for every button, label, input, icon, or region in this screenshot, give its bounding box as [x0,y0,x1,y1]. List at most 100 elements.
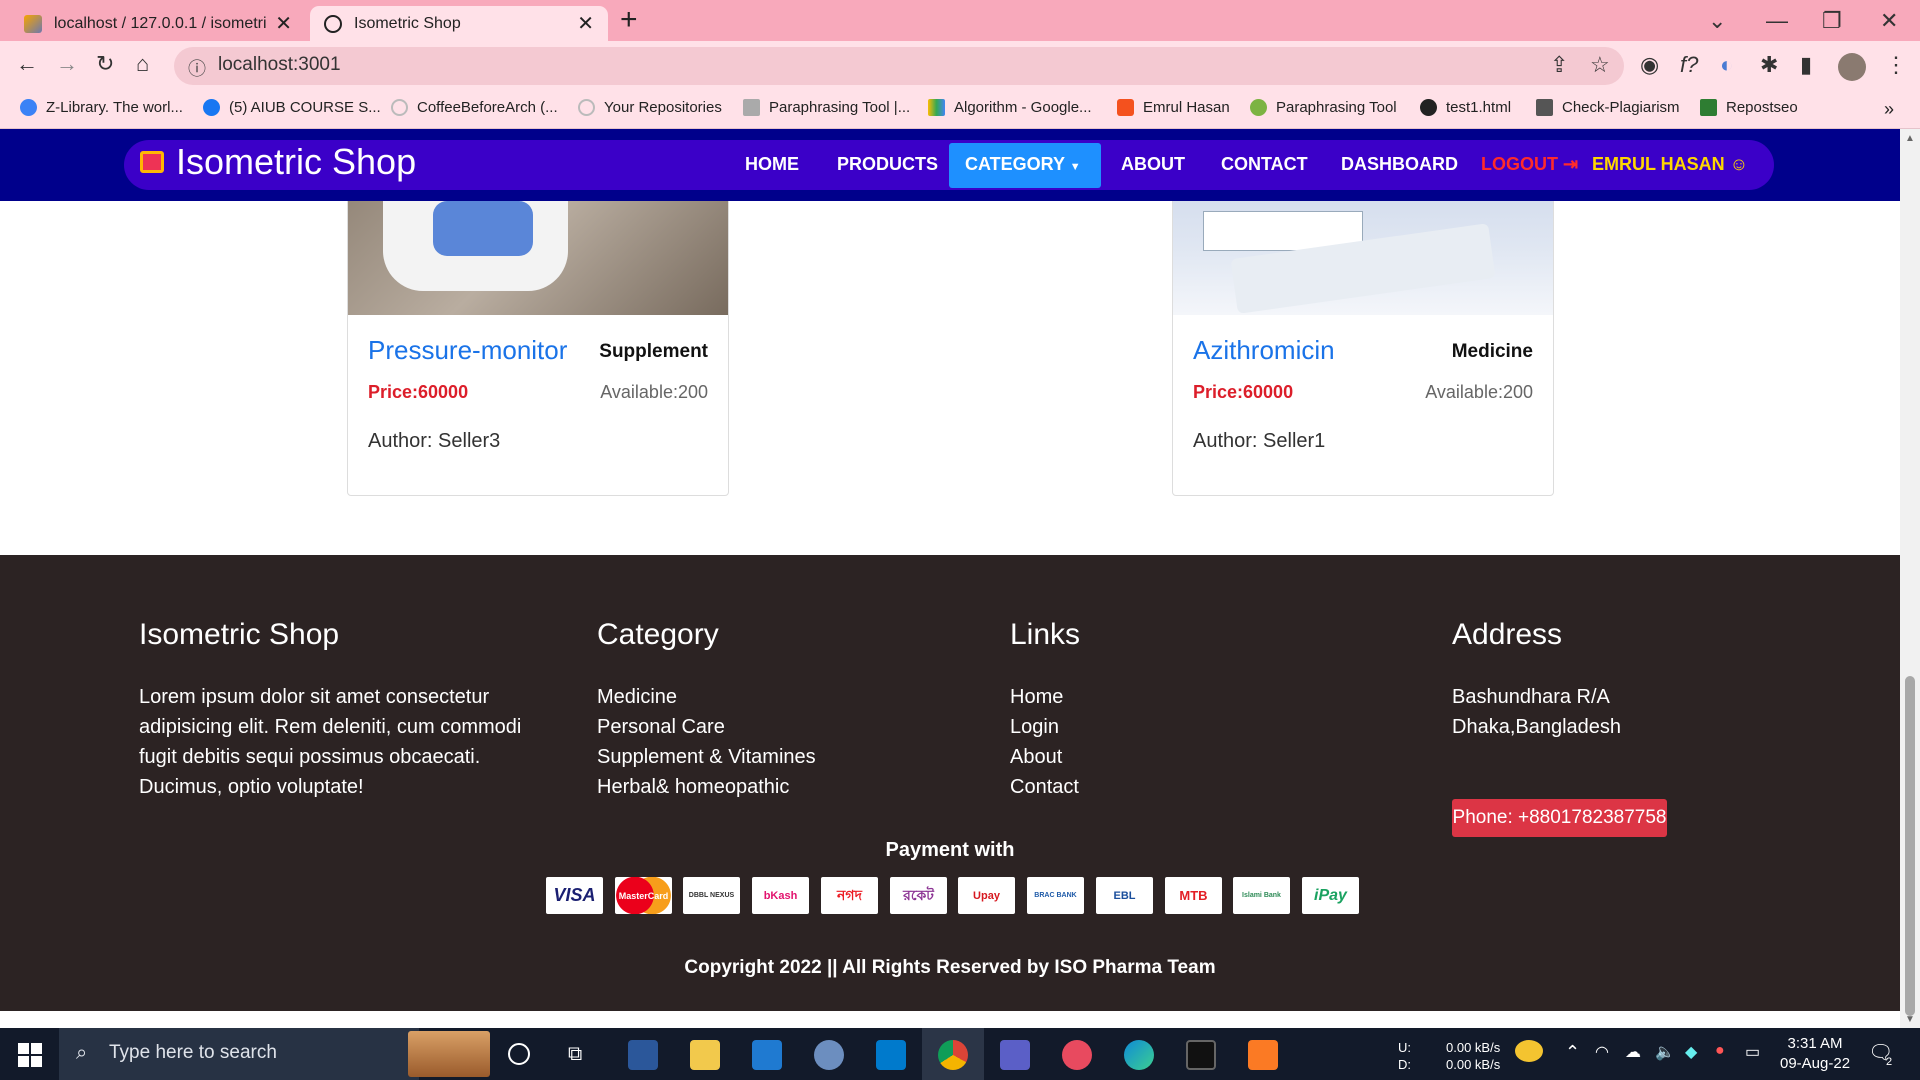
clock[interactable]: 3:31 AM 09-Aug-22 [1780,1034,1850,1074]
share-icon[interactable]: ⇪ [1550,52,1568,78]
footer-link-contact[interactable]: Contact [1010,772,1079,802]
xampp-icon[interactable] [1248,1040,1278,1070]
tray-overflow-icon[interactable]: ⌃ [1565,1042,1580,1063]
footer-category-link[interactable]: Medicine [597,682,677,712]
nav-contact[interactable]: CONTACT [1221,154,1308,175]
brand-logo-front[interactable]: Isometric Shop [140,141,416,183]
snip-tool-icon[interactable] [1062,1040,1092,1070]
nav-user[interactable]: EMRUL HASAN ☺ [1592,154,1748,175]
url-text[interactable]: localhost:3001 [218,54,341,76]
nav-logout[interactable]: LOGOUT ⇥ [1481,154,1578,175]
footer-links-title: Links [1010,618,1081,651]
edge-icon[interactable] [1124,1040,1154,1070]
bookmark-item[interactable]: Algorithm - Google... [928,99,1092,116]
cortana-icon[interactable] [508,1043,530,1065]
battery-icon[interactable]: ▭ [1745,1042,1760,1062]
google-drive-icon [928,99,945,116]
volume-icon[interactable]: 🔈 [1655,1042,1675,1062]
weather-icon[interactable] [1515,1040,1543,1062]
extension-globe-icon[interactable]: ◉ [1640,52,1659,78]
sidepanel-icon[interactable]: ▮ [1800,52,1812,78]
extension-fx-icon[interactable]: f? [1680,52,1698,78]
tray-app2-icon[interactable]: ● [1715,1042,1725,1060]
net-download-label: D: [1398,1057,1411,1072]
nagad-icon: নগদ [821,877,878,914]
bookmark-item[interactable]: Emrul Hasan [1117,99,1230,116]
terminal-icon[interactable] [1186,1040,1216,1070]
restore-button[interactable]: ❐ [1822,6,1842,36]
menu-kebab-icon[interactable]: ⋮ [1885,52,1907,78]
bookmark-star-icon[interactable]: ☆ [1590,52,1610,78]
new-tab-button[interactable]: + [620,5,638,35]
footer-category-link[interactable]: Herbal& homeopathic [597,772,789,802]
bookmark-item[interactable]: Repostseo [1700,99,1798,116]
footer-link-home[interactable]: Home [1010,682,1063,712]
home-icon[interactable]: ⌂ [136,50,149,78]
close-tab-icon[interactable]: ✕ [275,11,292,36]
forward-icon[interactable]: → [56,50,78,78]
user-icon: ☺ [1729,154,1749,174]
wifi-icon[interactable]: ◠ [1595,1042,1609,1062]
footer-link-login[interactable]: Login [1010,712,1059,742]
upay-icon: Upay [958,877,1015,914]
nav-home[interactable]: HOME [745,154,799,175]
bookmark-item[interactable]: Z-Library. The worl... [20,99,183,116]
footer-link-about[interactable]: About [1010,742,1062,772]
bookmark-item[interactable]: (5) AIUB COURSE S... [203,99,381,116]
file-explorer-icon[interactable] [690,1040,720,1070]
address-bar[interactable] [174,47,1624,85]
windows-start-icon[interactable] [18,1043,42,1067]
bookmark-item[interactable]: Your Repositories [578,99,722,116]
tab-search-icon[interactable]: ⌄ [1708,6,1726,36]
bookmark-item[interactable]: CoffeeBeforeArch (... [391,99,558,116]
tray-app-icon[interactable]: ◆ [1685,1042,1697,1062]
profile-avatar[interactable] [1838,53,1866,81]
scroll-up-icon[interactable]: ▲ [1905,133,1915,144]
nav-dashboard[interactable]: DASHBOARD [1341,154,1458,175]
mail-icon[interactable] [752,1040,782,1070]
bookmark-item[interactable]: Paraphrasing Tool [1250,99,1397,116]
bookmarks-overflow-icon[interactable]: » [1884,99,1894,120]
extension-drop-icon[interactable]: ◐ [1720,52,1733,78]
search-icon: ⌕ [76,1042,88,1064]
close-window-button[interactable]: ✕ [1880,6,1898,36]
nav-products[interactable]: PRODUCTS [837,154,938,175]
bookmark-item[interactable]: Check-Plagiarism [1536,99,1680,116]
word-icon[interactable] [628,1040,658,1070]
product-price: Price:60000 [1193,382,1294,402]
footer-category-link[interactable]: Personal Care [597,712,725,742]
blogger-icon [1117,99,1134,116]
github-icon [391,99,408,116]
page-bottom [0,1011,1900,1028]
teams-icon[interactable] [1000,1040,1030,1070]
product-category: Supplement [599,341,708,362]
tab-phpmyadmin[interactable]: localhost / 127.0.0.1 / isometric_l ✕ [10,6,306,41]
chrome-icon[interactable] [938,1040,968,1070]
payment-title: Payment with [885,839,1015,861]
reload-icon[interactable]: ↻ [96,50,114,78]
product-name[interactable]: Azithromicin [1193,335,1335,366]
onedrive-icon[interactable]: ☁ [1625,1042,1641,1062]
vscode-icon[interactable] [876,1040,906,1070]
scroll-down-icon[interactable]: ▼ [1905,1014,1915,1025]
bookmark-item[interactable]: test1.html [1420,99,1511,116]
settings-app-icon[interactable] [814,1040,844,1070]
product-name[interactable]: Pressure-monitor [368,335,567,366]
footer-category-link[interactable]: Supplement & Vitamines [597,742,816,772]
scrollbar-thumb[interactable] [1905,676,1915,1016]
footer-category-title: Category [597,618,719,651]
nav-about[interactable]: ABOUT [1121,154,1185,175]
tab-isometric-shop[interactable]: Isometric Shop ✕ [310,6,608,41]
task-view-icon[interactable]: ⧉ [568,1043,582,1066]
nav-category-label[interactable]: CATEGORY ▼ [965,154,1081,175]
net-download-speed: 0.00 kB/s [1446,1057,1501,1072]
back-icon[interactable]: ← [16,50,38,78]
phone-button[interactable]: Phone: +8801782387758 [1452,799,1667,837]
extensions-puzzle-icon[interactable]: ✱ [1760,52,1778,78]
caret-down-icon: ▼ [1069,161,1081,173]
minimize-button[interactable]: — [1766,6,1788,36]
facebook-icon [203,99,220,116]
bookmark-item[interactable]: Paraphrasing Tool |... [743,99,910,116]
close-tab-icon[interactable]: ✕ [577,11,594,36]
site-info-icon[interactable]: ⓘ [188,55,206,81]
